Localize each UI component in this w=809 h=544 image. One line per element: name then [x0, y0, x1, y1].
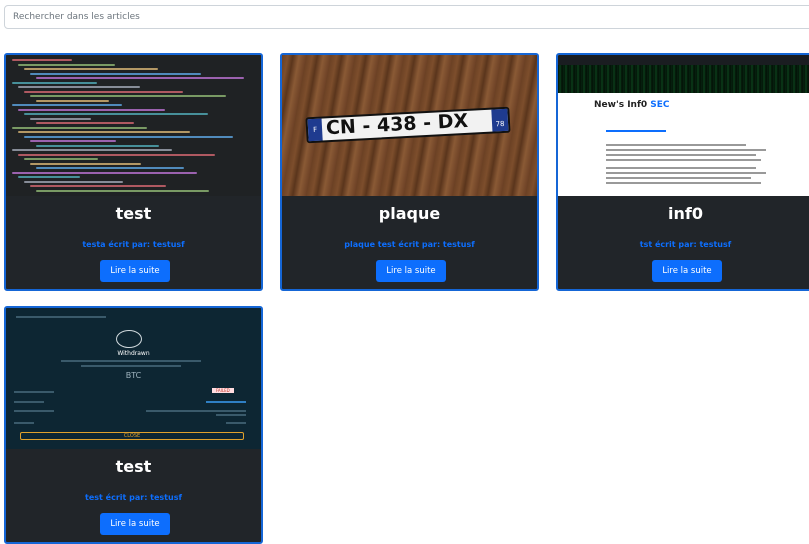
failed-badge: FAILED [212, 388, 234, 393]
code-line [18, 86, 140, 88]
plate-number: CN - 438 - DX [325, 109, 469, 140]
code-line [30, 72, 201, 75]
article-thumbnail: Withdrawn BTC FAILED CLOSE [6, 308, 261, 449]
read-more-button[interactable]: Lire la suite [100, 260, 170, 282]
code-line [18, 131, 190, 133]
code-line [18, 108, 165, 111]
code-line [24, 68, 158, 70]
site-hero-banner [558, 65, 809, 93]
plate-country-strip: F [307, 118, 323, 142]
code-line [30, 117, 91, 120]
code-line [36, 189, 209, 192]
article-card: F CN - 438 - DX 78 plaque plaque test éc… [280, 53, 539, 291]
code-line [18, 153, 215, 156]
article-thumbnail: F CN - 438 - DX 78 [282, 55, 537, 196]
code-line [12, 126, 147, 129]
article-author: testa écrit par: testusf [82, 240, 185, 249]
code-line [36, 167, 184, 169]
code-line [30, 162, 141, 165]
search-input[interactable] [4, 5, 809, 29]
code-line [24, 180, 123, 183]
code-line [36, 122, 134, 124]
article-author: tst écrit par: testusf [639, 240, 732, 249]
license-plate-image: F CN - 438 - DX 78 [305, 106, 511, 144]
wallet-status: Withdrawn [117, 350, 150, 357]
code-line [30, 140, 116, 142]
code-line [12, 149, 172, 151]
article-card: Withdrawn BTC FAILED CLOSE test test écr… [4, 306, 263, 544]
article-card: New's Inf0 SEC inf0 tst écrit par: testu… [556, 53, 809, 291]
code-line [18, 176, 80, 178]
article-author: test écrit par: testusf [85, 493, 182, 502]
code-line [12, 104, 122, 106]
code-line [36, 99, 109, 102]
article-title: plaque [378, 204, 441, 223]
article-card: test testa écrit par: testusf Lire la su… [4, 53, 263, 291]
code-line [18, 63, 115, 66]
article-thumbnail [6, 55, 261, 196]
plate-region-strip: 78 [491, 108, 509, 132]
article-title: test [115, 204, 152, 223]
article-title: test [115, 457, 152, 476]
site-navbar [558, 55, 809, 65]
code-line [24, 135, 233, 138]
site-title: New's Inf0 SEC [594, 100, 670, 110]
code-line [30, 185, 166, 187]
wallet-amount: BTC [125, 371, 142, 380]
code-line [12, 59, 72, 61]
code-line [24, 158, 98, 160]
code-line [36, 77, 244, 79]
code-line [36, 144, 159, 147]
code-line [12, 81, 97, 84]
article-title: inf0 [668, 204, 703, 223]
article-thumbnail: New's Inf0 SEC [558, 55, 809, 196]
code-line [24, 113, 208, 115]
article-author: plaque test écrit par: testusf [344, 240, 475, 249]
code-line [24, 90, 183, 93]
code-line [12, 171, 197, 174]
code-line [30, 95, 226, 97]
search-bar [4, 4, 809, 29]
read-more-button[interactable]: Lire la suite [652, 260, 722, 282]
wallet-close-button: CLOSE [20, 432, 244, 440]
read-more-button[interactable]: Lire la suite [100, 513, 170, 535]
read-more-button[interactable]: Lire la suite [376, 260, 446, 282]
